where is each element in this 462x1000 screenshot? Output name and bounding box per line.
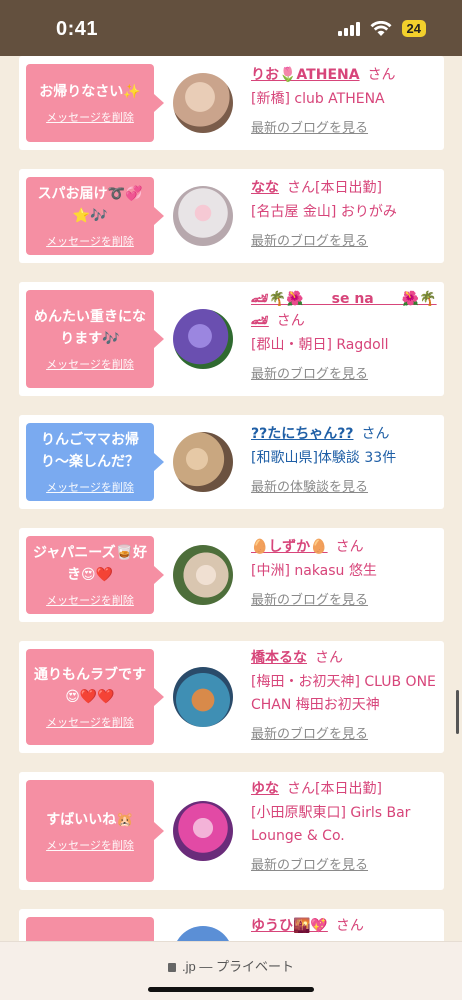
- shop-name: [名古屋 金山] おりがみ: [251, 204, 397, 220]
- shop-name: [小田原駅東口] Girls Bar Lounge & Co.: [251, 805, 411, 844]
- status-tag: [本日出勤]: [315, 781, 382, 797]
- honorific: さん: [361, 426, 390, 442]
- card-info: りお🌷ATHENA さん [新橋] club ATHENA 最新のブログを見る: [251, 64, 441, 136]
- delete-message-link[interactable]: メッセージを削除: [46, 356, 134, 372]
- delete-message-link[interactable]: メッセージを削除: [46, 233, 134, 249]
- shop-name: [郡山・朝日] Ragdoll: [251, 337, 389, 353]
- honorific: さん: [367, 67, 396, 83]
- message-bubble: ジャパニーズ🥃好き😍❤️ メッセージを削除: [26, 536, 164, 614]
- home-indicator[interactable]: [148, 987, 314, 992]
- cellular-signal-icon: [337, 21, 360, 36]
- cast-name-link[interactable]: 🥚しずか🥚: [251, 539, 328, 555]
- cast-name-link[interactable]: りお🌷ATHENA: [251, 67, 360, 83]
- shop-name: [中洲] nakasu 悠生: [251, 563, 377, 579]
- avatar[interactable]: [173, 667, 233, 727]
- card-info: 🥚しずか🥚 さん [中洲] nakasu 悠生 最新のブログを見る: [251, 536, 441, 608]
- shop-name: [和歌山県]体験談 33件: [251, 450, 397, 466]
- honorific: さん: [287, 180, 315, 196]
- cast-name-link[interactable]: ??たにちゃん??: [251, 426, 353, 442]
- message-card: スパお届け➰💞⭐️🎶 メッセージを削除 なな さん[本日出勤] [名古屋 金山] …: [19, 169, 444, 263]
- message-card: りんごママお帰り〜楽しんだ？ メッセージを削除 ??たにちゃん?? さん [和歌山…: [19, 415, 444, 509]
- cast-name-link[interactable]: ゆな: [251, 781, 279, 797]
- latest-blog-link[interactable]: 最新のブログを見る: [251, 854, 441, 873]
- latest-review-link[interactable]: 最新の体験談を見る: [251, 476, 441, 495]
- status-icons: 24: [337, 20, 426, 37]
- card-info: ゆな さん[本日出勤] [小田原駅東口] Girls Bar Lounge & C…: [251, 778, 441, 873]
- honorific: さん: [335, 918, 364, 934]
- message-bubble: めんたい重きになります🎶 メッセージを削除: [26, 290, 164, 388]
- message-bubble: スパお届け➰💞⭐️🎶 メッセージを削除: [26, 177, 164, 255]
- message-text: お帰りなさい✨: [39, 84, 141, 100]
- avatar[interactable]: [173, 926, 233, 941]
- card-info: ??たにちゃん?? さん [和歌山県]体験談 33件 最新の体験談を見る: [251, 423, 441, 495]
- honorific: さん: [287, 781, 315, 797]
- avatar[interactable]: [173, 545, 233, 605]
- message-card: すばいいね🐹 メッセージを削除 ゆな さん[本日出勤] [小田原駅東口] Girl…: [19, 772, 444, 890]
- shop-name: [新橋] club ATHENA: [251, 91, 385, 107]
- battery-indicator: 24: [401, 20, 426, 37]
- latest-blog-link[interactable]: 最新のブログを見る: [251, 230, 441, 249]
- avatar[interactable]: [173, 309, 233, 369]
- honorific: さん: [276, 313, 305, 329]
- shop-name: [梅田・お初天神] CLUB ONE CHAN 梅田お初天神: [251, 674, 436, 713]
- lock-icon: [168, 963, 177, 972]
- message-text: すばいいね🐹: [46, 812, 134, 828]
- avatar[interactable]: [173, 186, 233, 246]
- avatar[interactable]: [173, 73, 233, 133]
- message-bubble: りんごママお帰り〜楽しんだ？ メッセージを削除: [26, 423, 164, 501]
- status-tag: [本日出勤]: [315, 180, 382, 196]
- url-text[interactable]: .jp — プライベート: [0, 956, 462, 975]
- status-bar: 0:41 24: [0, 0, 462, 56]
- message-card: お帰りなさい✨ メッセージを削除 りお🌷ATHENA さん [新橋] club A…: [19, 56, 444, 150]
- message-text: 通りもんラブです😍❤️❤️: [34, 667, 146, 705]
- wifi-icon: [370, 20, 392, 36]
- message-bubble: 通りもんラブです😍❤️❤️ メッセージを削除: [26, 649, 164, 745]
- message-feed[interactable]: お帰りなさい✨ メッセージを削除 りお🌷ATHENA さん [新橋] club A…: [0, 56, 462, 941]
- message-bubble: 😻💖: [26, 917, 154, 941]
- message-text: りんごママお帰り〜楽しんだ？: [41, 432, 139, 470]
- latest-blog-link[interactable]: 最新のブログを見る: [251, 589, 441, 608]
- latest-blog-link[interactable]: 最新のブログを見る: [251, 363, 441, 382]
- delete-message-link[interactable]: メッセージを削除: [46, 479, 134, 495]
- message-card: めんたい重きになります🎶 メッセージを削除 🏎🌴🌺 se na 🌺🌴🏎 さん [郡…: [19, 282, 444, 396]
- cast-name-link[interactable]: ゆうひ🌇💖: [251, 918, 328, 934]
- cast-name-link[interactable]: 橋本るな: [251, 650, 307, 666]
- message-text: ジャパニーズ🥃好き😍❤️: [32, 545, 148, 583]
- delete-message-link[interactable]: メッセージを削除: [46, 109, 134, 125]
- card-info: 橋本るな さん [梅田・お初天神] CLUB ONE CHAN 梅田お初天神 最新…: [251, 647, 441, 742]
- message-bubble: お帰りなさい✨ メッセージを削除: [26, 64, 164, 142]
- cast-name-link[interactable]: なな: [251, 180, 279, 196]
- browser-address-bar[interactable]: .jp — プライベート: [0, 941, 462, 1000]
- latest-blog-link[interactable]: 最新のブログを見る: [251, 723, 441, 742]
- message-text: スパお届け➰💞⭐️🎶: [37, 186, 143, 224]
- delete-message-link[interactable]: メッセージを削除: [46, 714, 134, 730]
- scroll-indicator[interactable]: [456, 690, 459, 734]
- message-bubble: すばいいね🐹 メッセージを削除: [26, 780, 164, 882]
- honorific: さん: [315, 650, 343, 666]
- card-info: なな さん[本日出勤] [名古屋 金山] おりがみ 最新のブログを見る: [251, 177, 441, 249]
- delete-message-link[interactable]: メッセージを削除: [46, 837, 134, 853]
- message-card: 😻💖 ゆうひ🌇💖 さん: [19, 909, 444, 941]
- card-info: ゆうひ🌇💖 さん: [251, 915, 441, 937]
- message-card: ジャパニーズ🥃好き😍❤️ メッセージを削除 🥚しずか🥚 さん [中洲] nakas…: [19, 528, 444, 622]
- message-text: めんたい重きになります🎶: [34, 309, 146, 347]
- delete-message-link[interactable]: メッセージを削除: [46, 592, 134, 608]
- avatar[interactable]: [173, 801, 233, 861]
- status-time: 0:41: [56, 18, 99, 40]
- honorific: さん: [335, 539, 364, 555]
- message-card: 通りもんラブです😍❤️❤️ メッセージを削除 橋本るな さん [梅田・お初天神] …: [19, 641, 444, 753]
- avatar[interactable]: [173, 432, 233, 492]
- card-info: 🏎🌴🌺 se na 🌺🌴🏎 さん [郡山・朝日] Ragdoll 最新のブログを見…: [251, 288, 441, 382]
- latest-blog-link[interactable]: 最新のブログを見る: [251, 117, 441, 136]
- url-label: .jp — プライベート: [182, 959, 294, 974]
